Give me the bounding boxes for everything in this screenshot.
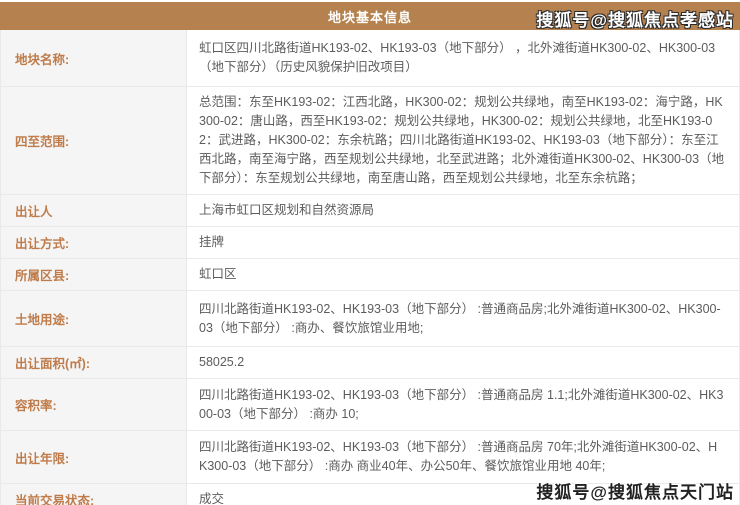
row-label: 出让方式: [1, 227, 187, 258]
table-title: 地块基本信息 [327, 9, 412, 25]
row-value: 总范围：东至HK193-02：江西北路，HK300-02：规划公共绿地，南至HK… [199, 95, 725, 185]
table-header: 地块基本信息 搜狐号@搜狐焦点孝感站 [0, 2, 740, 30]
table-row-transfer-area: 出让面积(㎡): 58025.2 [1, 347, 739, 379]
row-label: 所属区县: [1, 259, 187, 290]
row-label: 地块名称: [1, 30, 187, 86]
watermark-top: 搜狐号@搜狐焦点孝感站 [536, 11, 734, 30]
table-row-land-use: 土地用途: 四川北路街道HK193-02、HK193-03（地下部分） :普通商… [1, 291, 739, 347]
row-value: 成交 [199, 492, 225, 505]
row-value: 四川北路街道HK193-02、HK193-03（地下部分） :普通商品房 1.1… [199, 387, 724, 421]
row-label: 当前交易状态: [1, 484, 187, 505]
row-value: 虹口区四川北路街道HK193-02、HK193-03（地下部分） ，北外滩街道H… [199, 41, 716, 74]
row-label: 四至范围: [1, 87, 187, 194]
row-value: 四川北路街道HK193-02、HK193-03（地下部分） :普通商品房 70年… [199, 440, 718, 473]
table-row-transaction-status: 当前交易状态: 成交 [1, 484, 739, 505]
table-row-transferor: 出让人 上海市虹口区规划和自然资源局 [1, 195, 739, 227]
row-value: 四川北路街道HK193-02、HK193-03（地下部分） :普通商品房;北外滩… [199, 301, 721, 335]
land-info-table: 地块名称: 虹口区四川北路街道HK193-02、HK193-03（地下部分） ，… [0, 30, 740, 505]
table-row-transfer-term: 出让年限: 四川北路街道HK193-02、HK193-03（地下部分） :普通商… [1, 431, 739, 484]
table-row-district: 所属区县: 虹口区 [1, 259, 739, 291]
row-label: 出让年限: [1, 431, 187, 483]
row-label: 容积率: [1, 379, 187, 430]
row-value: 上海市虹口区规划和自然资源局 [199, 203, 375, 217]
row-label: 土地用途: [1, 291, 187, 346]
table-row-plot-ratio: 容积率: 四川北路街道HK193-02、HK193-03（地下部分） :普通商品… [1, 379, 739, 431]
table-row-transfer-method: 出让方式: 挂牌 [1, 227, 739, 259]
land-parcel-info-page: 地块基本信息 搜狐号@搜狐焦点孝感站 地块名称: 虹口区四川北路街道HK193-… [0, 2, 740, 505]
table-row-boundaries: 四至范围: 总范围：东至HK193-02：江西北路，HK300-02：规划公共绿… [1, 87, 739, 195]
row-label: 出让面积(㎡): [1, 347, 187, 378]
table-row-parcel-name: 地块名称: 虹口区四川北路街道HK193-02、HK193-03（地下部分） ，… [1, 30, 739, 87]
row-value: 虹口区 [199, 267, 237, 281]
row-value: 挂牌 [199, 235, 225, 249]
row-value: 58025.2 [199, 355, 245, 369]
row-label: 出让人 [1, 195, 187, 226]
